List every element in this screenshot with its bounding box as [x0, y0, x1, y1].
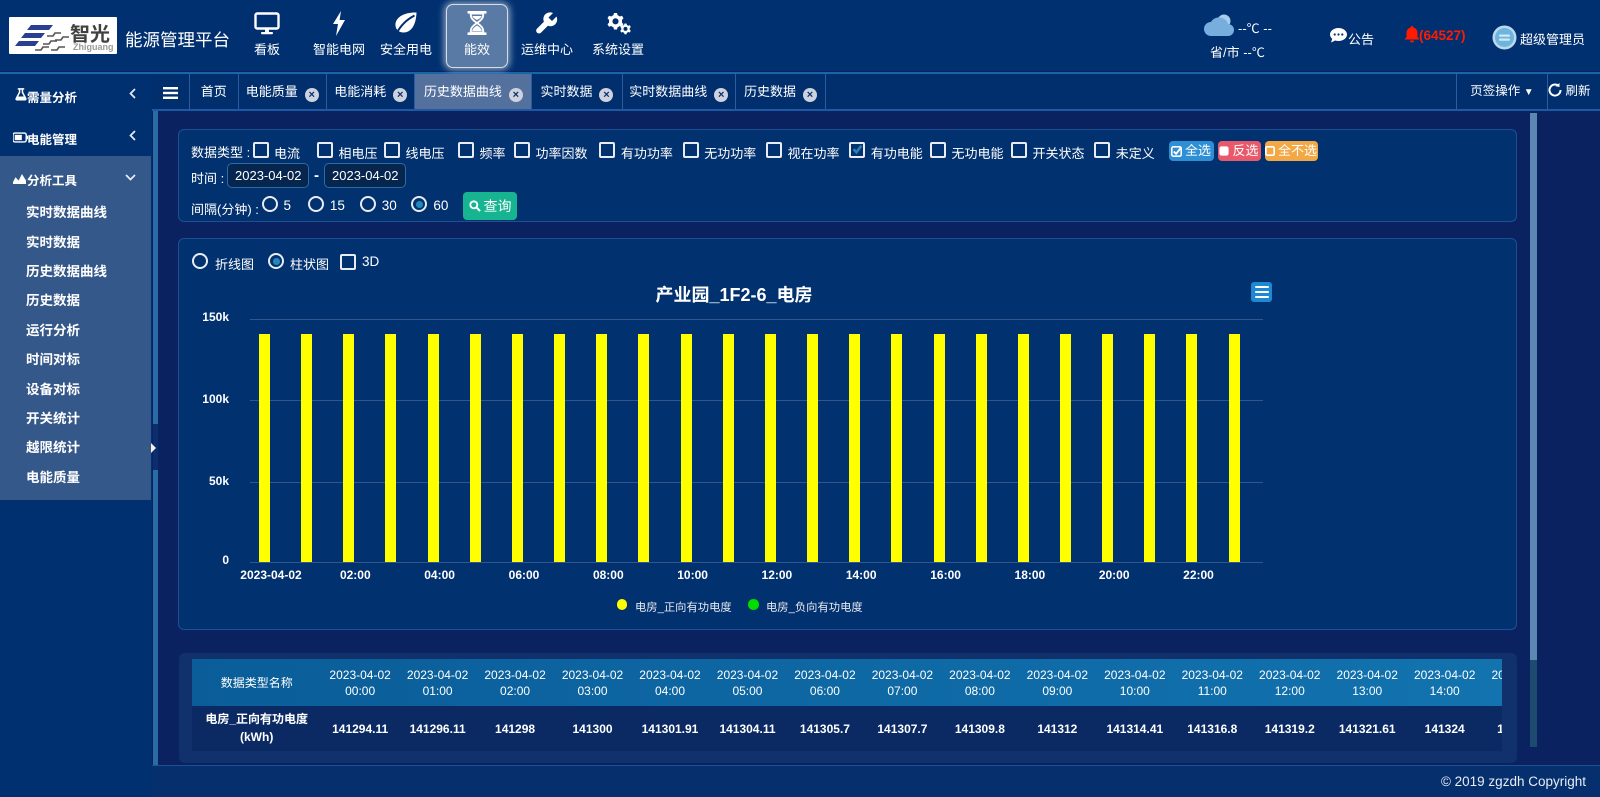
svg-text:Zhiguang: Zhiguang [73, 42, 114, 52]
